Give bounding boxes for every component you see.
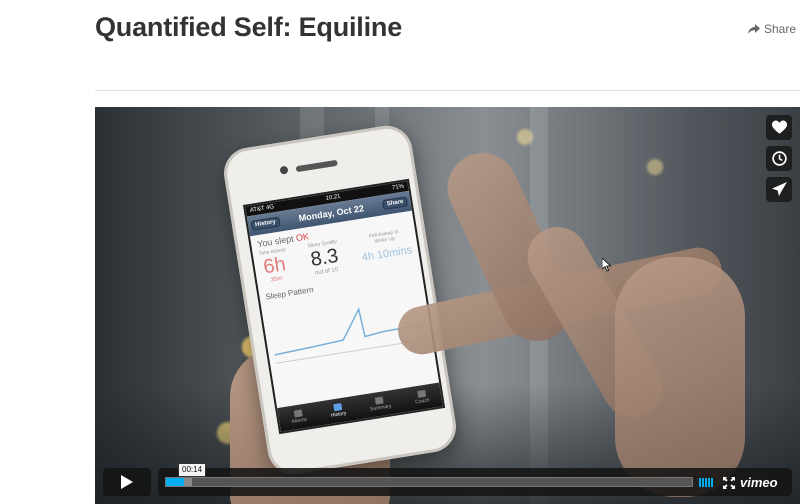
sleep-status: OK: [295, 231, 310, 244]
mouse-cursor-icon: [602, 258, 612, 272]
metric-time-asleep: Time Asleep 6h 35m: [258, 247, 290, 285]
progress-bar[interactable]: [165, 477, 693, 487]
share-arrow-icon: [747, 23, 760, 34]
share-video-button[interactable]: [766, 177, 792, 202]
coach-icon: [416, 389, 426, 399]
volume-control[interactable]: [699, 478, 713, 487]
network-label: 4G: [265, 204, 275, 212]
vimeo-logo[interactable]: vimeo: [740, 475, 778, 490]
heart-icon: [771, 120, 787, 134]
battery-level: 71%: [391, 183, 405, 192]
bar-chart-icon: [375, 396, 385, 405]
share-link[interactable]: Share: [747, 22, 796, 36]
phone-share-button: Share: [382, 196, 409, 211]
phone-tab-coach: Coach: [414, 389, 430, 405]
metric-value: 6h: [261, 253, 288, 279]
page-title: Quantified Self: Equiline: [95, 12, 403, 42]
tab-label: History: [330, 410, 347, 419]
volume-bar: [702, 478, 704, 487]
volume-bar: [711, 478, 713, 487]
phone-tab-history: History: [329, 403, 347, 419]
metric-fell-asleep: Fell Asleep In Woke Up 4h 10mins: [358, 227, 413, 269]
video-player[interactable]: AT&T 4G 10:21 71% History Monday, Oct 22…: [95, 107, 800, 504]
play-icon: [121, 475, 133, 489]
phone-tab-summary: Summary: [369, 395, 392, 413]
phone-tab-bar: Alarms History Summary Coach: [277, 382, 443, 432]
phone-back-button: History: [250, 216, 281, 231]
tab-label: Coach: [414, 397, 431, 406]
tab-label: Alarms: [291, 416, 308, 426]
player-controls: 00:14 vimeo: [95, 463, 800, 504]
clock-icon: [771, 151, 787, 166]
tab-label: Summary: [369, 403, 392, 413]
like-button[interactable]: [766, 115, 792, 140]
phone-tab-alarms: Alarms: [290, 409, 308, 426]
header-divider: [95, 90, 800, 91]
timecode-tooltip: 00:14: [178, 463, 207, 477]
carrier-label: AT&T: [249, 205, 266, 214]
metric-sleep-quality: Sleep Quality 8.3 out of 10: [307, 239, 342, 277]
watch-later-button[interactable]: [766, 146, 792, 171]
camera-icon: [279, 165, 289, 175]
volume-bar: [705, 478, 707, 487]
speaker-grille: [295, 159, 338, 173]
progress-played: [166, 478, 185, 486]
hand-palm: [615, 257, 745, 497]
fullscreen-icon[interactable]: [723, 477, 735, 489]
metric-sub: 35m: [270, 275, 283, 284]
paper-plane-icon: [771, 182, 787, 197]
calendar-icon: [332, 403, 342, 412]
volume-bar: [699, 478, 701, 487]
alarm-icon: [293, 409, 303, 418]
play-button[interactable]: [103, 468, 151, 496]
share-label: Share: [763, 22, 796, 36]
volume-bar: [708, 478, 710, 487]
